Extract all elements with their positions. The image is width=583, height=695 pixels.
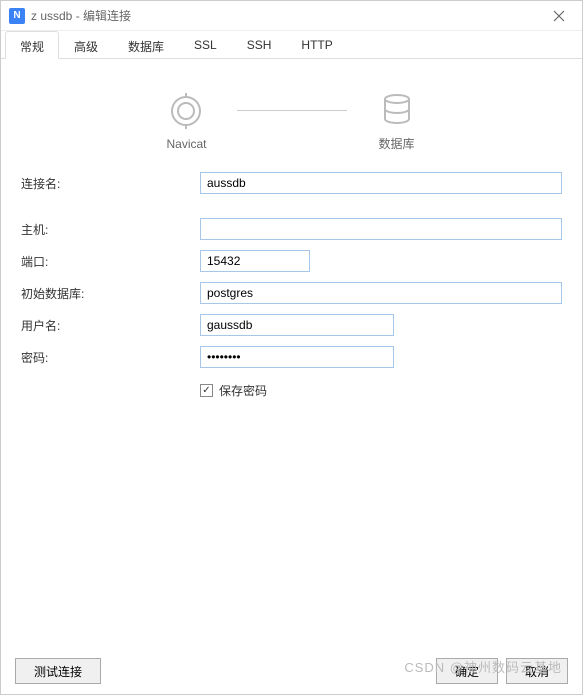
label-host: 主机: (15, 221, 200, 238)
diagram-server: 数据库 (377, 89, 417, 152)
input-password[interactable] (200, 346, 394, 368)
navicat-icon (166, 91, 206, 131)
tab-ssl[interactable]: SSL (179, 31, 232, 58)
diagram-server-label: 数据库 (378, 135, 414, 152)
dialog-window: N z ussdb - 编辑连接 常规 高级 数据库 SSL SSH HTTP … (0, 0, 583, 695)
diagram-client: Navicat (166, 91, 206, 151)
row-save-password: 保存密码 (200, 382, 568, 399)
row-username: 用户名: (15, 314, 568, 336)
row-host: 主机: (15, 218, 568, 240)
input-initial-db[interactable] (200, 282, 562, 304)
input-connection-name[interactable] (200, 172, 562, 194)
tab-advanced[interactable]: 高级 (59, 31, 113, 58)
label-save-password: 保存密码 (219, 382, 267, 399)
footer: 测试连接 确定 取消 (1, 648, 582, 694)
diagram-connector (237, 110, 347, 111)
window-title: z ussdb - 编辑连接 (31, 7, 544, 24)
tab-ssh[interactable]: SSH (232, 31, 287, 58)
row-connection-name: 连接名: (15, 172, 568, 194)
app-icon: N (9, 8, 25, 24)
input-host[interactable] (200, 218, 562, 240)
input-port[interactable] (200, 250, 310, 272)
tab-http[interactable]: HTTP (286, 31, 347, 58)
label-initial-db: 初始数据库: (15, 285, 200, 302)
database-icon (377, 89, 417, 129)
ok-button[interactable]: 确定 (436, 658, 498, 684)
close-button[interactable] (544, 1, 574, 31)
row-port: 端口: (15, 250, 568, 272)
row-password: 密码: (15, 346, 568, 368)
label-username: 用户名: (15, 317, 200, 334)
connection-diagram: Navicat 数据库 (15, 79, 568, 172)
diagram-client-label: Navicat (166, 137, 206, 151)
label-port: 端口: (15, 253, 200, 270)
titlebar: N z ussdb - 编辑连接 (1, 1, 582, 31)
test-connection-button[interactable]: 测试连接 (15, 658, 101, 684)
tab-database[interactable]: 数据库 (113, 31, 179, 58)
checkbox-save-password[interactable] (200, 384, 213, 397)
tab-general[interactable]: 常规 (5, 31, 59, 59)
input-username[interactable] (200, 314, 394, 336)
row-initial-db: 初始数据库: (15, 282, 568, 304)
footer-actions: 确定 取消 (436, 658, 568, 684)
label-connection-name: 连接名: (15, 175, 200, 192)
label-password: 密码: (15, 349, 200, 366)
content-area: Navicat 数据库 连接名: 主机: 端口: 初始数据库: (1, 59, 582, 648)
close-icon (553, 10, 565, 22)
cancel-button[interactable]: 取消 (506, 658, 568, 684)
tab-bar: 常规 高级 数据库 SSL SSH HTTP (1, 31, 582, 59)
